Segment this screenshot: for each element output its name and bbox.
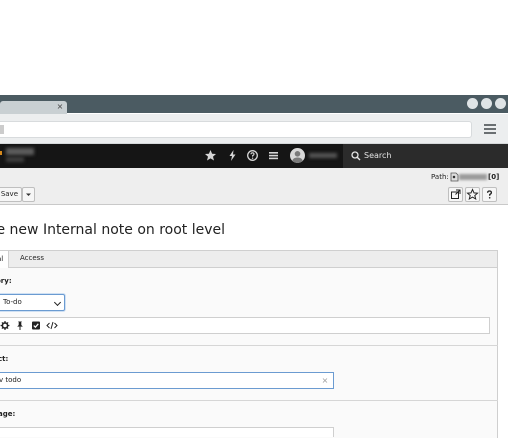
- save-button[interactable]: Save: [0, 187, 22, 202]
- section-divider: [0, 400, 498, 401]
- category-select[interactable]: To-do: [0, 294, 65, 311]
- page-title: te new Internal note on root level: [0, 222, 226, 238]
- open-new-window-button[interactable]: [448, 187, 463, 202]
- pin-icon[interactable]: [15, 320, 25, 331]
- chevron-down-icon: [53, 298, 62, 307]
- section-divider: [0, 345, 498, 346]
- checkbox-icon[interactable]: [31, 320, 41, 331]
- path-count: [0]: [488, 173, 500, 181]
- address-bar[interactable]: [0, 121, 472, 138]
- path-redacted: [459, 174, 487, 180]
- site-version-redacted: [6, 157, 24, 162]
- clear-icon[interactable]: ×: [320, 375, 330, 386]
- bookmark-star-button[interactable]: [465, 187, 480, 202]
- code-icon[interactable]: [46, 320, 58, 331]
- category-label: ory:: [0, 277, 12, 285]
- list-icon[interactable]: [267, 149, 280, 162]
- site-name-redacted: [6, 148, 34, 155]
- category-select-value: To-do: [3, 298, 22, 306]
- window-close-button[interactable]: [495, 98, 506, 109]
- logo-mark: [0, 151, 2, 155]
- path-page-icon: [449, 172, 459, 182]
- bolt-icon[interactable]: [226, 149, 239, 162]
- address-bar-icon: [0, 125, 4, 134]
- tab-general[interactable]: al: [0, 250, 9, 269]
- search-icon: [351, 151, 361, 161]
- username-redacted[interactable]: [309, 153, 337, 158]
- tab-access[interactable]: Access: [20, 252, 44, 265]
- form-tabbar: [0, 250, 498, 268]
- help-button[interactable]: [482, 187, 497, 202]
- path-label: Path:: [431, 173, 449, 181]
- save-dropdown-button[interactable]: [22, 187, 35, 202]
- subject-label: ct:: [0, 355, 9, 363]
- gear-icon[interactable]: [0, 320, 10, 331]
- message-label: age:: [0, 410, 16, 418]
- avatar-icon[interactable]: [290, 148, 305, 163]
- rte-toolbar: [0, 317, 490, 334]
- help-icon[interactable]: [246, 149, 259, 162]
- message-editor[interactable]: [0, 427, 334, 437]
- subject-input[interactable]: v todo: [0, 372, 334, 389]
- close-tab-icon[interactable]: ×: [56, 102, 64, 112]
- browser-titlebar: [0, 95, 508, 113]
- browser-menu-icon[interactable]: [484, 124, 496, 135]
- form-panel: [0, 268, 498, 438]
- star-icon[interactable]: [204, 149, 217, 162]
- window-maximize-button[interactable]: [481, 98, 492, 109]
- window-minimize-button[interactable]: [467, 98, 478, 109]
- search-label[interactable]: Search: [364, 150, 391, 162]
